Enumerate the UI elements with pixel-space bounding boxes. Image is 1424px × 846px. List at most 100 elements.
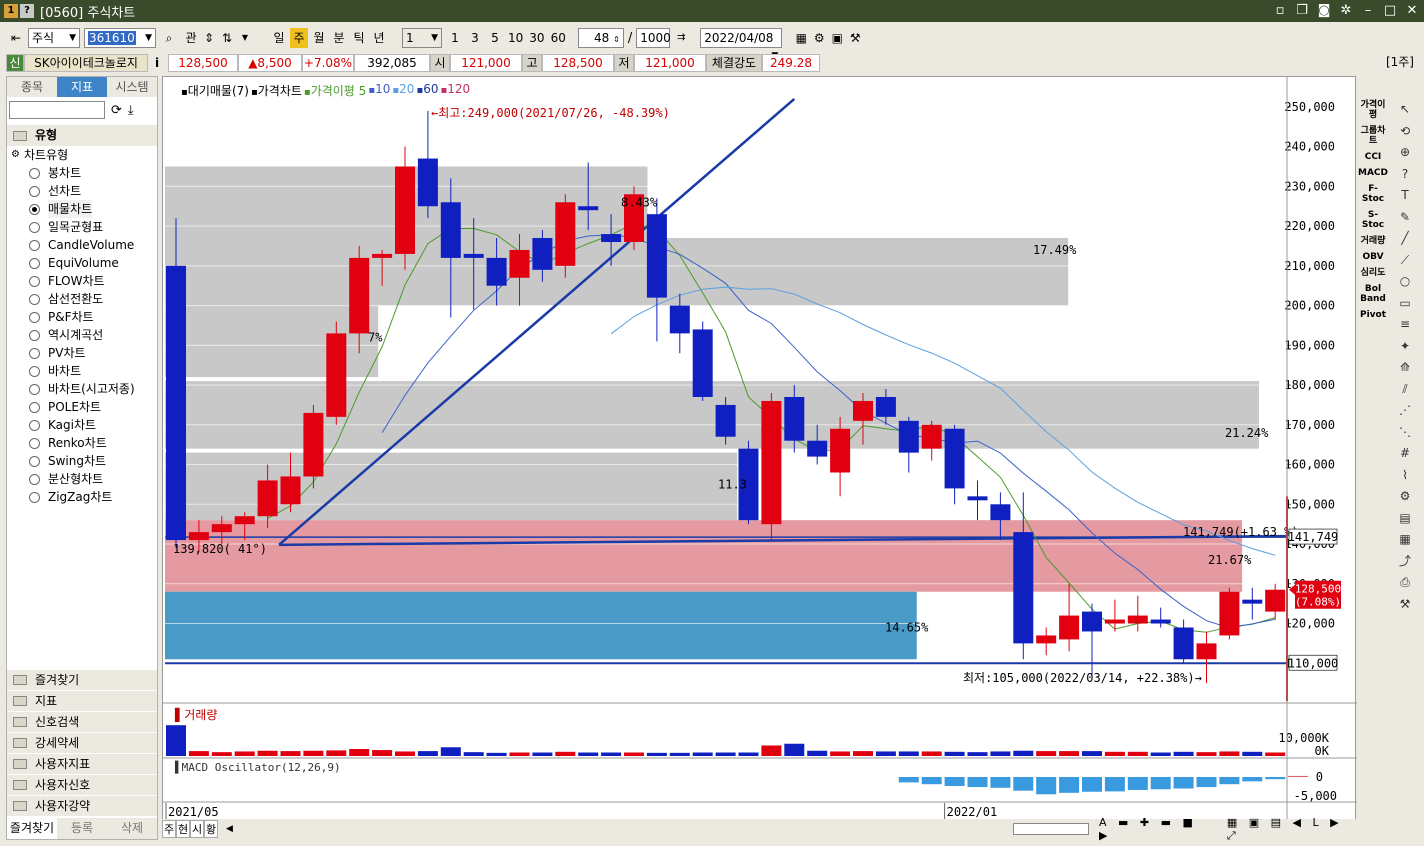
radio-icon[interactable] <box>29 437 40 449</box>
category-item[interactable]: 사용자지표 <box>7 753 157 774</box>
save-icon[interactable]: ▣ <box>828 28 846 48</box>
indicator-shortcut[interactable]: OBV <box>1358 252 1388 262</box>
radio-icon[interactable] <box>29 257 40 269</box>
minimize-icon[interactable]: – <box>1360 3 1376 19</box>
pitch-icon[interactable]: ⋱ <box>1395 423 1415 441</box>
chart-type-item[interactable]: Kagi차트 <box>7 416 157 434</box>
chart-type-item[interactable]: 역시계곡선 <box>7 326 157 344</box>
left-bottom-tab-2[interactable]: 삭제 <box>107 818 157 839</box>
related-button[interactable]: 관 <box>182 28 200 48</box>
market-select[interactable]: 주식 ▼ <box>28 28 80 48</box>
radio-icon[interactable] <box>29 473 40 485</box>
chart-type-item[interactable]: POLE차트 <box>7 398 157 416</box>
gear-icon[interactable]: ✲ <box>1338 3 1354 19</box>
doc-icon[interactable]: ▦ <box>1395 530 1415 548</box>
legend-item[interactable]: ▪20 <box>392 82 414 99</box>
settings-icon[interactable]: ⚙ <box>810 28 828 48</box>
window-icon[interactable]: ▤ <box>1395 509 1415 527</box>
chevron-down-icon[interactable]: ▼ <box>236 28 254 48</box>
radio-icon[interactable] <box>29 239 40 251</box>
zoom-controls[interactable]: A ▬ ✚ ▬ ■ ▶ <box>1099 816 1211 842</box>
line-icon[interactable]: ╱ <box>1395 229 1415 247</box>
period-1[interactable]: 주 <box>290 28 308 48</box>
chart-type-item[interactable]: 바차트 <box>7 362 157 380</box>
total-input[interactable]: 1000 <box>636 28 671 48</box>
chart-type-item[interactable]: 일목균형표 <box>7 218 157 236</box>
category-item[interactable]: 사용자신호 <box>7 774 157 795</box>
minute-preset-60[interactable]: 60 <box>549 28 568 48</box>
radio-icon[interactable] <box>29 221 40 233</box>
close-icon[interactable]: ✕ <box>1404 3 1420 19</box>
legend-item[interactable]: ▪10 <box>368 82 390 99</box>
code-input[interactable]: 361610 ▼ <box>84 28 156 48</box>
radio-icon[interactable] <box>29 455 40 467</box>
radio-icon[interactable] <box>29 365 40 377</box>
tree-root-chart-type[interactable]: ⚙ 차트유형 <box>7 146 157 164</box>
minute-preset-1[interactable]: 1 <box>446 28 464 48</box>
text-icon[interactable]: T <box>1395 186 1415 204</box>
grid-icon[interactable]: # <box>1395 444 1415 462</box>
help-icon[interactable]: ? <box>20 4 34 18</box>
chart-type-item[interactable]: ZigZag차트 <box>7 488 157 506</box>
chart-type-item[interactable]: PV차트 <box>7 344 157 362</box>
chart-type-item[interactable]: 분산형차트 <box>7 470 157 488</box>
chart-type-item[interactable]: Renko차트 <box>7 434 157 452</box>
graph-icon[interactable]: ⤴ <box>1395 552 1415 570</box>
gann-icon[interactable]: ✦ <box>1395 337 1415 355</box>
copy-icon[interactable]: ❐ <box>1294 3 1310 19</box>
radio-icon[interactable] <box>29 293 40 305</box>
legend-item[interactable]: ▪120 <box>441 82 471 99</box>
cycle-icon[interactable]: ⌇ <box>1395 466 1415 484</box>
auto-icon[interactable]: ⚙ <box>1395 487 1415 505</box>
indicator-shortcut[interactable]: CCI <box>1358 152 1388 162</box>
all-icon[interactable]: ⊕ <box>1395 143 1415 161</box>
tab-0[interactable]: 종목 <box>7 77 57 97</box>
legend-item[interactable]: ▪가격차트 <box>251 82 302 99</box>
radio-icon[interactable] <box>29 311 40 323</box>
indicator-shortcut[interactable]: Pivot <box>1358 310 1388 320</box>
wrench-icon[interactable]: ⚒ <box>1395 595 1415 613</box>
left-bottom-tab-0[interactable]: 즐겨찾기 <box>7 818 57 839</box>
dock-icon[interactable]: ▫ <box>1272 3 1288 19</box>
bottom-tab-2[interactable]: 시 <box>190 820 204 838</box>
minute-preset-30[interactable]: 30 <box>527 28 546 48</box>
indicator-shortcut[interactable]: S-Stoc <box>1358 210 1388 230</box>
radio-icon[interactable] <box>29 329 40 341</box>
legend-item[interactable]: ▪대기매물(7) <box>181 82 249 99</box>
radio-icon[interactable] <box>29 203 40 215</box>
legend-item[interactable]: ▪가격이평 5 <box>304 82 366 99</box>
tools-icon[interactable]: ⚒ <box>846 28 864 48</box>
maximize-icon[interactable]: □ <box>1382 3 1398 19</box>
bottom-tab-1[interactable]: 현 <box>176 820 190 838</box>
chart-area[interactable]: 250,000 240,000 230,000 220,000 210,000 200,0… <box>162 76 1357 838</box>
circle-icon[interactable]: ○ <box>1395 272 1415 290</box>
category-item[interactable]: 지표 <box>7 690 157 711</box>
date-picker[interactable]: 2022/04/08▼ <box>700 28 783 61</box>
period-4[interactable]: 틱 <box>350 28 368 48</box>
minute-preset-3[interactable]: 3 <box>466 28 484 48</box>
view-tools[interactable]: ▦ ▣ ▤ ◀ L ▶ ⤢ <box>1227 816 1356 843</box>
pen-icon[interactable]: ✎ <box>1395 208 1415 226</box>
fan-icon[interactable]: ⟰ <box>1395 358 1415 376</box>
help-icon[interactable]: ? <box>1395 165 1415 183</box>
category-item[interactable]: 즐겨찾기 <box>7 669 157 690</box>
interval-select[interactable]: 1 ▼ <box>402 28 442 48</box>
tab-2[interactable]: 시스템 <box>107 77 157 97</box>
search-icon[interactable]: ⌕ <box>160 28 178 48</box>
chart-type-item[interactable]: 매물차트 <box>7 200 157 218</box>
chart-type-item[interactable]: 선차트 <box>7 182 157 200</box>
minute-preset-5[interactable]: 5 <box>486 28 504 48</box>
radio-icon[interactable] <box>29 491 40 503</box>
tab-1[interactable]: 지표 <box>57 77 107 97</box>
download-icon[interactable]: ⤓ <box>128 103 134 118</box>
period-5[interactable]: 년 <box>370 28 388 48</box>
indicator-shortcut[interactable]: Bol Band <box>1358 284 1388 304</box>
sync-icon[interactable]: ⇕ <box>200 28 218 48</box>
rect-icon[interactable]: ▭ <box>1395 294 1415 312</box>
indicator-shortcut[interactable]: 거래량 <box>1358 236 1388 246</box>
channel-icon[interactable]: ⫽ <box>1395 380 1415 398</box>
period-2[interactable]: 월 <box>310 28 328 48</box>
trend-icon[interactable]: ⋰ <box>1395 401 1415 419</box>
cursor-icon[interactable]: ⟲ <box>1395 122 1415 140</box>
period-3[interactable]: 분 <box>330 28 348 48</box>
